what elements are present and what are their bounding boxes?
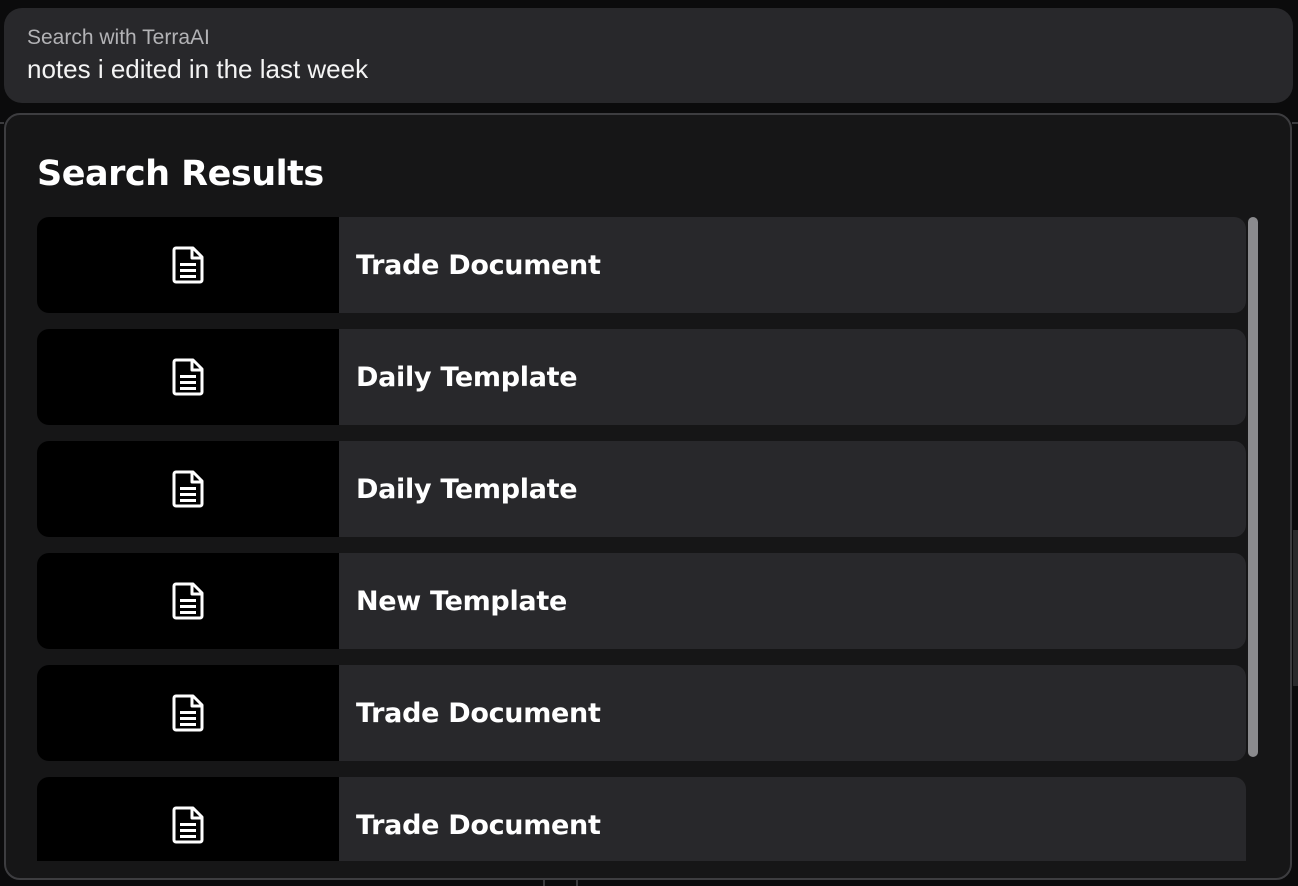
result-title: Trade Document: [356, 697, 601, 729]
result-item[interactable]: Trade Document: [37, 665, 1246, 761]
result-title: New Template: [356, 585, 567, 617]
results-scrollbar[interactable]: [1246, 217, 1260, 861]
background-divider: [543, 880, 545, 886]
result-title: Daily Template: [356, 473, 578, 505]
result-body: Daily Template: [339, 329, 1246, 425]
result-title: Trade Document: [356, 249, 601, 281]
result-item[interactable]: New Template: [37, 553, 1246, 649]
result-thumbnail: [37, 553, 339, 649]
search-bar[interactable]: Search with TerraAI: [4, 8, 1293, 103]
result-item[interactable]: Daily Template: [37, 329, 1246, 425]
result-title: Trade Document: [356, 809, 601, 841]
results-list[interactable]: Trade Document Daily Template Daily Temp…: [37, 217, 1246, 861]
background-divider: [1293, 530, 1298, 686]
result-thumbnail: [37, 777, 339, 861]
result-thumbnail: [37, 217, 339, 313]
document-icon: [172, 806, 204, 844]
result-body: Trade Document: [339, 217, 1246, 313]
background-divider: [576, 880, 578, 886]
search-label: Search with TerraAI: [27, 26, 210, 49]
search-results-panel: Search Results Trade Document Daily Temp…: [4, 113, 1292, 880]
document-icon: [172, 470, 204, 508]
result-body: Trade Document: [339, 665, 1246, 761]
background-divider: [0, 122, 4, 124]
result-item[interactable]: Trade Document: [37, 217, 1246, 313]
result-title: Daily Template: [356, 361, 578, 393]
result-item[interactable]: Trade Document: [37, 777, 1246, 861]
document-icon: [172, 358, 204, 396]
search-input[interactable]: [27, 52, 1227, 86]
document-icon: [172, 246, 204, 284]
result-thumbnail: [37, 665, 339, 761]
document-icon: [172, 582, 204, 620]
background-divider: [1292, 122, 1298, 124]
document-icon: [172, 694, 204, 732]
result-body: Daily Template: [339, 441, 1246, 537]
result-body: New Template: [339, 553, 1246, 649]
result-thumbnail: [37, 329, 339, 425]
result-item[interactable]: Daily Template: [37, 441, 1246, 537]
results-title: Search Results: [37, 154, 324, 194]
scrollbar-thumb[interactable]: [1248, 217, 1258, 757]
result-thumbnail: [37, 441, 339, 537]
result-body: Trade Document: [339, 777, 1246, 861]
